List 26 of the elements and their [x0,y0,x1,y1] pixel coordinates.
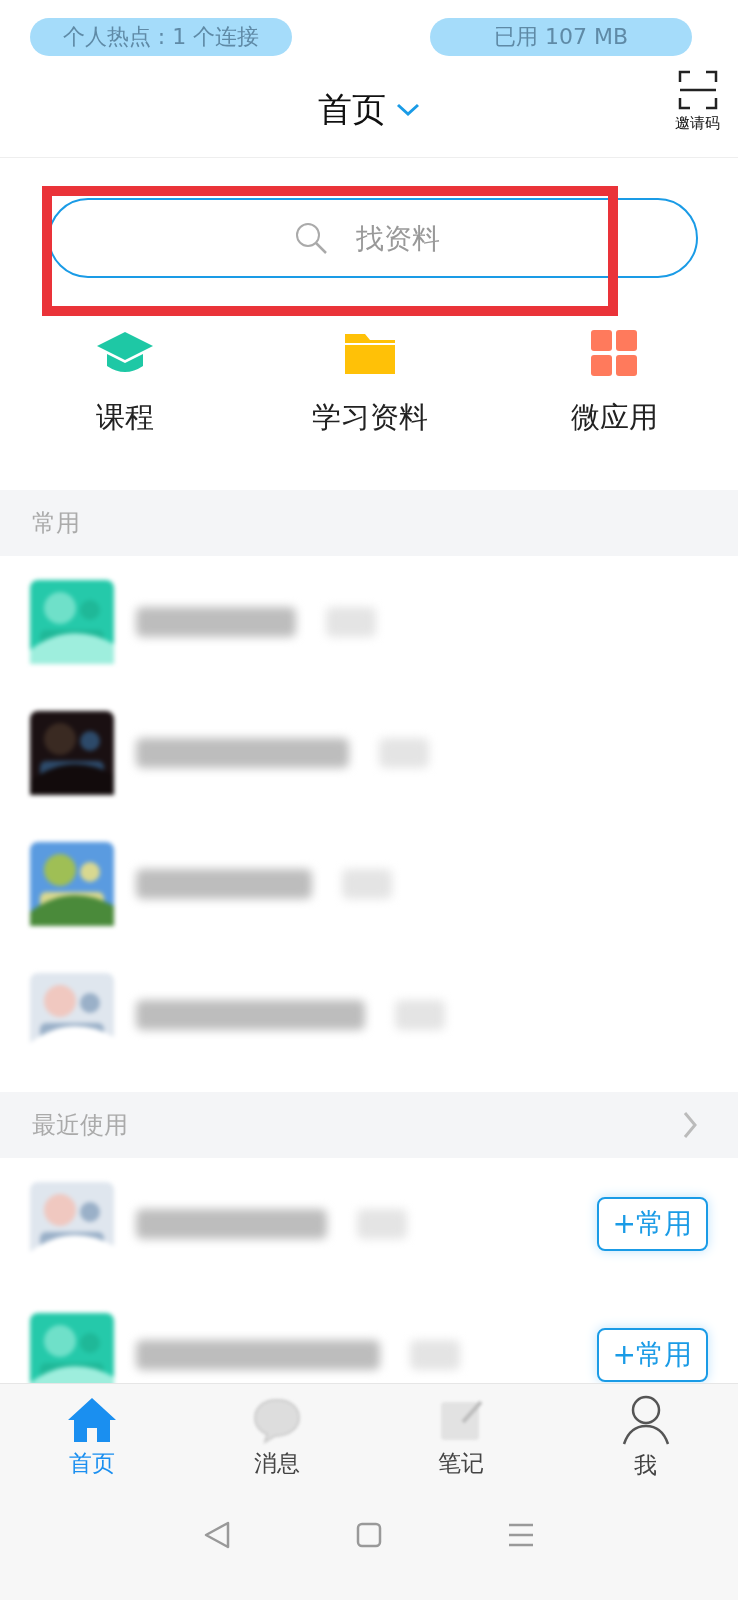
app-grid-icon[interactable] [591,330,637,376]
tab[interactable]: 消息 [184,1384,369,1490]
blurred-text [410,1339,460,1370]
search-icon [294,221,328,255]
shortcut-label[interactable]: 学习资料 [312,398,428,438]
chevron-down-icon[interactable] [396,102,420,117]
section-title: 最近使用 [32,1110,128,1141]
shortcut-label[interactable]: 课程 [96,398,154,438]
blurred-text [379,737,429,768]
scan-icon[interactable] [677,70,718,110]
blurred-text [342,868,392,899]
shortcut-label[interactable]: 微应用 [570,398,658,438]
tab[interactable]: 我 [553,1384,738,1490]
chevron-right-icon[interactable] [682,1111,698,1139]
menu-icon[interactable] [507,1522,536,1548]
section-title: 常用 [32,508,80,539]
home-square-icon[interactable] [356,1522,382,1548]
status-pill: 已用 107 MB [430,18,692,56]
tab[interactable]: 笔记 [369,1384,554,1490]
back-icon[interactable] [202,1520,231,1550]
status-pill: 个人热点 : 1 个连接 [30,18,292,56]
blurred-text [326,606,376,637]
invite-code-label[interactable]: 邀请码 [675,114,720,133]
blurred-text [357,1208,407,1239]
page-title[interactable]: 首页 [318,86,386,133]
blurred-text [395,999,445,1030]
